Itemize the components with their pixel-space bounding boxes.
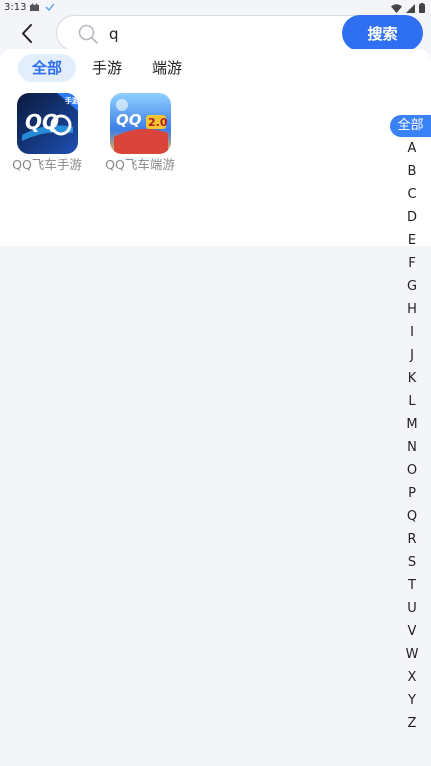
index-letter[interactable]: V [389,620,431,643]
wifi-icon [391,3,402,13]
index-letter[interactable]: I [389,321,431,344]
mobile-badge: 手游 [65,96,78,105]
svg-text:2.0: 2.0 [148,116,168,129]
game-item[interactable]: QQ 2.0 QQ飞车端游 [99,93,181,173]
cellular-signal-icon [406,3,415,13]
back-button[interactable] [14,20,42,48]
search-input[interactable] [109,23,339,45]
index-letter[interactable]: N [389,436,431,459]
game-grid: QQ 手游 QQ飞车手游 QQ 2.0 QQ飞车端游 [6,93,192,173]
index-letter[interactable]: Y [389,689,431,712]
index-letter[interactable]: O [389,459,431,482]
status-time: 3:13 [4,2,27,13]
index-letter[interactable]: C [389,183,431,206]
check-notification-icon [45,3,55,11]
index-letter[interactable]: M [389,413,431,436]
index-letter[interactable]: U [389,597,431,620]
game-item[interactable]: QQ 手游 QQ飞车手游 [6,93,88,173]
game-name: QQ飞车手游 [12,157,82,172]
category-tabs: 全部 手游 端游 [18,54,196,82]
battery-icon [419,3,425,13]
index-letter[interactable]: G [389,275,431,298]
index-letter[interactable]: H [389,298,431,321]
chevron-left-icon [22,24,32,43]
index-letter[interactable]: S [389,551,431,574]
index-letter[interactable]: B [389,160,431,183]
game-name: QQ飞车端游 [105,157,175,172]
svg-text:QQ: QQ [116,111,142,129]
index-letter[interactable]: X [389,666,431,689]
qq-speed-mobile-icon: QQ 手游 [16,93,78,154]
qq-speed-pc-icon: QQ 2.0 [109,93,171,154]
index-letter[interactable]: E [389,229,431,252]
index-letter[interactable]: J [389,344,431,367]
index-letter[interactable]: W [389,643,431,666]
results-panel: 全部 手游 端游 QQ 手游 QQ飞车手游 QQ 2.0 QQ飞车端游 [0,49,431,246]
index-letter[interactable]: T [389,574,431,597]
tab-pc-games[interactable]: 端游 [138,54,196,82]
tab-mobile-games[interactable]: 手游 [78,54,136,82]
index-letter[interactable]: Q [389,505,431,528]
index-letter[interactable]: Z [389,712,431,735]
index-all[interactable]: 全部 [390,115,431,137]
index-letter[interactable]: L [389,390,431,413]
search-bar: 搜索 [0,14,431,54]
index-letter[interactable]: K [389,367,431,390]
tab-all[interactable]: 全部 [18,54,77,82]
index-letter[interactable]: R [389,528,431,551]
index-letter[interactable]: D [389,206,431,229]
alphabet-index: 全部 A B C D E F G H I J K L M N O P Q R S… [390,115,431,735]
search-field[interactable] [56,15,386,51]
index-letters: A B C D E F G H I J K L M N O P Q R S T … [390,137,431,735]
search-button[interactable]: 搜索 [342,15,423,51]
index-letter[interactable]: F [389,252,431,275]
android-notification-icon [30,3,39,11]
index-letter[interactable]: P [389,482,431,505]
index-letter[interactable]: A [389,137,431,160]
search-icon [78,24,98,44]
